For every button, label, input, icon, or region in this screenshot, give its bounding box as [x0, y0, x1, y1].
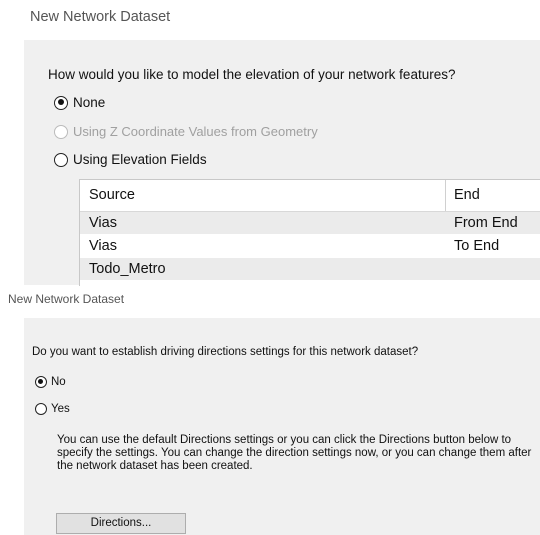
- elevation-option-fields[interactable]: Using Elevation Fields: [54, 152, 207, 167]
- table-row[interactable]: Vias To End: [80, 235, 540, 257]
- column-separator[interactable]: [445, 180, 446, 211]
- directions-option-yes[interactable]: Yes: [35, 403, 70, 415]
- dialog-title: New Network Dataset: [30, 9, 171, 25]
- column-header-source[interactable]: Source: [89, 184, 135, 206]
- radio-selected-icon[interactable]: [35, 376, 47, 388]
- radio-disabled-icon: [54, 124, 68, 139]
- table-cell-source: Vias: [89, 238, 117, 254]
- elevation-option-none[interactable]: None: [54, 95, 105, 110]
- radio-icon[interactable]: [35, 403, 47, 415]
- elevation-fields-table[interactable]: Source End Vias From End Vias To End Tod…: [79, 179, 540, 286]
- directions-info-text: You can use the default Directions setti…: [57, 434, 532, 472]
- radio-icon[interactable]: [54, 152, 68, 167]
- elevation-question: How would you like to model the elevatio…: [48, 67, 456, 82]
- directions-option-no[interactable]: No: [35, 376, 66, 388]
- table-cell-end: To End: [454, 238, 500, 254]
- table-row[interactable]: Vias From End: [80, 212, 540, 234]
- radio-selected-icon[interactable]: [54, 95, 68, 110]
- table-cell-source: Todo_Metro: [89, 261, 166, 277]
- directions-question: Do you want to establish driving directi…: [32, 346, 419, 358]
- table-header: Source End: [80, 180, 540, 212]
- column-header-end[interactable]: End: [454, 184, 480, 206]
- dialog-title: New Network Dataset: [8, 292, 125, 306]
- table-cell-end: From End: [454, 215, 518, 231]
- table-cell-source: Vias: [89, 215, 117, 231]
- directions-button[interactable]: Directions...: [56, 513, 186, 534]
- table-row[interactable]: Todo_Metro: [80, 258, 540, 280]
- elevation-option-z-coordinates: Using Z Coordinate Values from Geometry: [54, 124, 318, 139]
